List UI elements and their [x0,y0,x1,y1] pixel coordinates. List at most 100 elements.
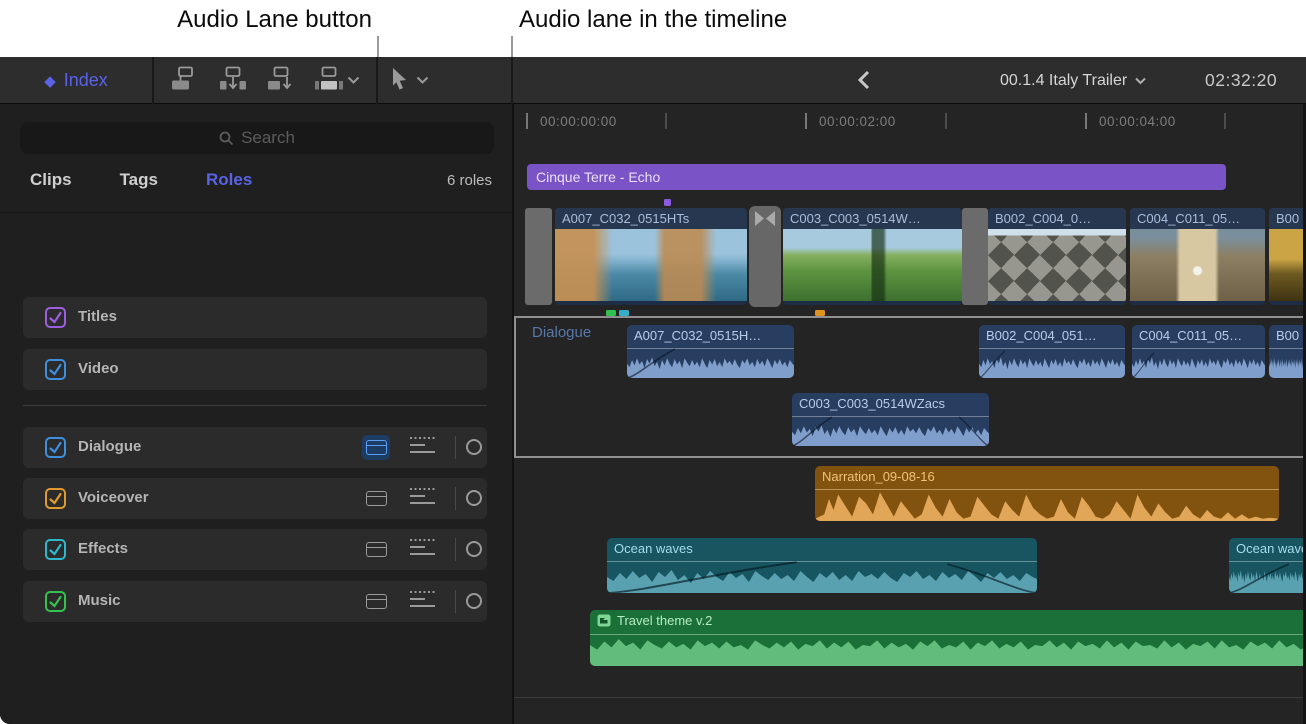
audio-clip-c004[interactable]: C004_C011_05… [1132,325,1265,378]
audio-clip-narration[interactable]: Narration_09-08-16 [815,466,1279,521]
focus-button-effects[interactable] [410,539,435,560]
audio-clip-c003[interactable]: C003_C003_0514WZacs [792,393,989,446]
video-clip-b00[interactable]: B00 [1269,208,1306,305]
ruler-tick [1085,113,1087,129]
role-row-video[interactable]: Video [23,349,487,390]
audio-clip-travel-theme[interactable]: Travel theme v.2 [590,610,1306,666]
video-clip-c003[interactable]: C003_C003_0514W… [783,208,962,305]
volume-line[interactable] [1269,348,1306,349]
audio-lane-button-music[interactable] [362,589,390,614]
music-checkbox[interactable] [45,591,66,612]
project-chevron-icon [1135,77,1146,85]
audio-clip-ocean-waves-1[interactable]: Ocean waves [607,538,1037,593]
video-clip-name: B002_C004_0… [988,208,1126,229]
dialogue-checkbox[interactable] [45,437,66,458]
fade-out-curve[interactable] [959,416,989,446]
role-label-music: Music [78,592,121,609]
overwrite-edit-icon[interactable] [314,66,344,92]
fade-in-curve[interactable] [627,348,675,378]
audio-lane-button-voiceover[interactable] [362,486,390,511]
toolbar-divider [511,57,513,104]
tab-tags[interactable]: Tags [120,170,158,194]
video-clip-name: C004_C011_05… [1130,208,1265,229]
waveform [1269,351,1306,378]
audio-clip-name: Narration_09-08-16 [815,466,1279,487]
monitor-button-effects[interactable] [466,541,482,557]
toolbar-divider [376,57,378,104]
effects-checkbox[interactable] [45,539,66,560]
audio-clip-b00[interactable]: B00 [1269,325,1306,378]
connect-edit-icon[interactable] [170,66,200,92]
monitor-button-dialogue[interactable] [466,439,482,455]
transition-clip[interactable] [749,206,781,307]
annotation-audio-lane-timeline: Audio lane in the timeline [519,6,787,34]
focus-button-voiceover[interactable] [410,488,435,509]
video-clip-a007[interactable]: A007_C032_0515HTs [555,208,747,305]
index-button[interactable]: ◆ Index [0,57,152,104]
voiceover-checkbox[interactable] [45,488,66,509]
fade-in-curve[interactable] [979,350,1005,378]
gap-clip[interactable] [962,208,988,305]
audio-lane-button-dialogue[interactable] [362,435,390,460]
index-label: Index [64,70,108,91]
volume-line[interactable] [1132,348,1265,349]
tool-menu-chevron-icon[interactable] [416,76,429,85]
volume-line[interactable] [1229,561,1306,562]
ruler-tick [945,113,947,129]
audio-lane-button-effects[interactable] [362,537,390,562]
search-input[interactable]: Search [20,122,494,154]
select-tool-pointer-icon[interactable] [390,67,410,92]
role-row-music[interactable]: Music [23,581,487,622]
video-clip-name: A007_C032_0515HTs [555,208,747,229]
timeline-panel[interactable]: 00:00:00:00 00:00:02:00 00:00:04:00 Cinq… [512,104,1306,724]
divider [455,487,456,510]
monitor-button-voiceover[interactable] [466,490,482,506]
audio-clip-name: B002_C004_051… [979,325,1125,346]
fade-in-curve[interactable] [1229,563,1289,593]
role-row-effects[interactable]: Effects [23,529,487,570]
tab-clips[interactable]: Clips [30,170,72,194]
audio-clip-b002[interactable]: B002_C004_051… [979,325,1125,378]
audio-clip-a007[interactable]: A007_C032_0515H… [627,325,794,378]
edit-options-chevron-icon[interactable] [347,76,360,85]
role-row-titles[interactable]: Titles [23,297,487,338]
tab-roles[interactable]: Roles [206,170,252,194]
volume-line[interactable] [979,348,1125,349]
audio-clip-name: B00 [1269,325,1306,346]
role-label-dialogue: Dialogue [78,438,141,455]
ruler-tick [1224,113,1226,129]
audio-clip-ocean-waves-2[interactable]: Ocean waves [1229,538,1306,593]
video-thumbnail [1269,229,1306,301]
fade-in-curve[interactable] [792,416,832,446]
video-clip-c004[interactable]: C004_C011_05… [1130,208,1265,305]
index-diamond-icon: ◆ [44,72,56,90]
audio-clip-name: A007_C032_0515H… [627,325,794,346]
keyframe-marker[interactable] [664,199,671,206]
audio-lane-icon [366,594,387,609]
video-thumbnail [783,229,962,301]
titles-checkbox[interactable] [45,307,66,328]
focus-button-dialogue[interactable] [410,437,435,458]
timeline-history-back-icon[interactable] [858,70,870,90]
annotation-audio-lane-button: Audio Lane button [110,6,372,34]
fade-out-curve[interactable] [947,563,1037,593]
video-clip-b002[interactable]: B002_C004_0… [988,208,1126,305]
gap-clip[interactable] [525,208,552,305]
role-row-dialogue[interactable]: Dialogue [23,427,487,468]
timecode-display: 02:32:20 [1205,57,1277,104]
project-switcher[interactable]: 00.1.4 Italy Trailer [1000,57,1146,104]
append-edit-icon[interactable] [266,66,296,92]
title-clip[interactable]: Cinque Terre - Echo [527,164,1226,190]
insert-edit-icon[interactable] [218,66,248,92]
monitor-button-music[interactable] [466,593,482,609]
video-checkbox[interactable] [45,359,66,380]
toolbar-divider [152,57,154,104]
fade-in-curve[interactable] [1132,352,1154,378]
divider [455,538,456,561]
audio-clip-name: Travel theme v.2 [617,610,712,631]
audio-clip-name: Ocean waves [607,538,1037,559]
focus-button-music[interactable] [410,591,435,612]
roles-count: 6 roles [447,172,492,189]
fade-in-curve[interactable] [607,561,797,593]
role-row-voiceover[interactable]: Voiceover [23,478,487,519]
